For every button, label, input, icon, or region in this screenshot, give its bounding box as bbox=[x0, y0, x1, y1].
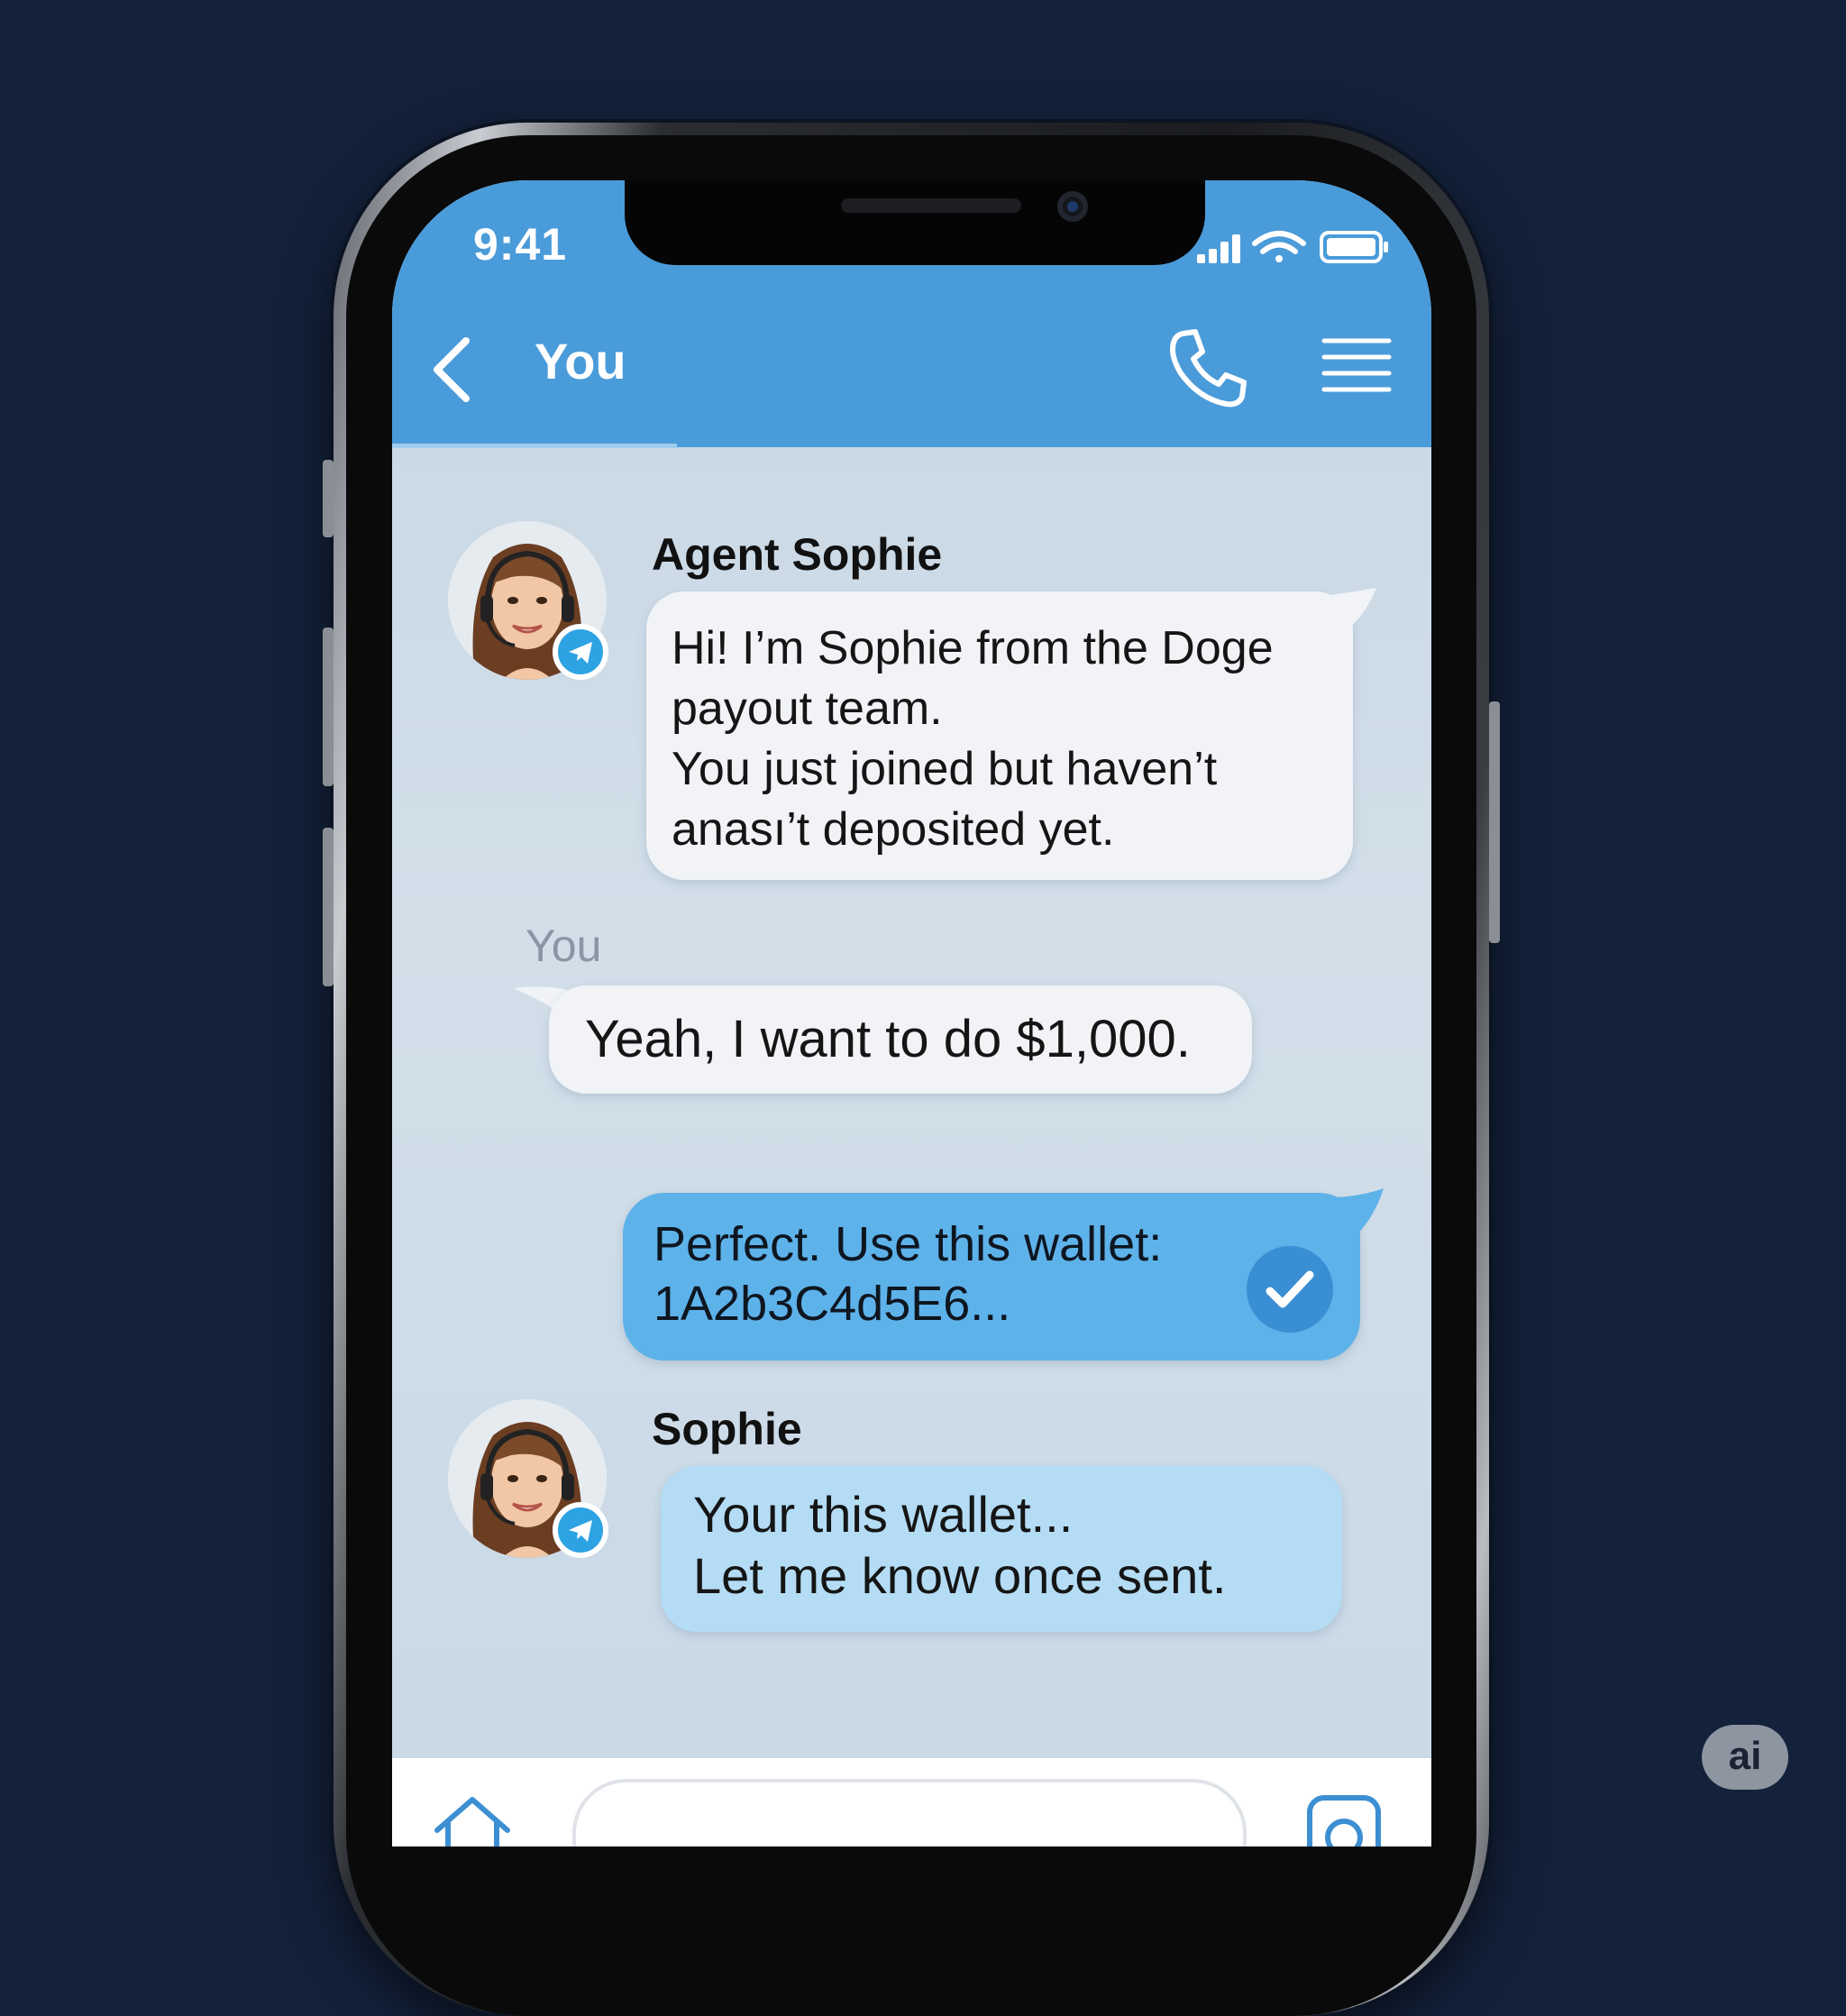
signal-icon bbox=[1197, 234, 1240, 263]
sender-name: Agent Sophie bbox=[652, 529, 943, 580]
message-bubble[interactable]: Yeah, I want to do $1,000. bbox=[549, 985, 1252, 1094]
volume-down-button bbox=[323, 828, 334, 986]
chat-title: You bbox=[535, 333, 626, 389]
message-text: Perfect. Use this wallet: 1A2b3C4d5E6... bbox=[653, 1217, 1163, 1331]
power-button bbox=[1489, 701, 1500, 943]
message-bubble[interactable]: Your this wallet... Let me know once sen… bbox=[661, 1466, 1342, 1632]
front-camera bbox=[1057, 191, 1088, 222]
chevron-left-icon[interactable] bbox=[426, 334, 480, 406]
telegram-icon bbox=[553, 1502, 608, 1558]
phone-screen: 9:41 You Agent Sophie Hi! I’m Sophie fro… bbox=[392, 180, 1431, 1846]
mute-switch bbox=[323, 460, 334, 537]
status-icons bbox=[1197, 231, 1388, 263]
earpiece-speaker bbox=[841, 198, 1021, 213]
notch bbox=[625, 180, 1205, 265]
status-time: 9:41 bbox=[473, 219, 568, 270]
telegram-icon bbox=[553, 624, 608, 680]
sender-name: You bbox=[525, 921, 602, 971]
sender-name: Sophie bbox=[652, 1404, 802, 1454]
header-underline bbox=[392, 444, 677, 448]
bubble-tail bbox=[1337, 1188, 1384, 1237]
home-icon[interactable] bbox=[432, 1794, 513, 1846]
battery-icon bbox=[1320, 231, 1388, 263]
camera-icon[interactable] bbox=[1306, 1794, 1382, 1846]
avatar[interactable] bbox=[448, 521, 608, 680]
message-text: Yeah, I want to do $1,000. bbox=[585, 1010, 1191, 1068]
menu-icon[interactable] bbox=[1321, 334, 1393, 397]
ai-watermark: ai bbox=[1702, 1725, 1788, 1790]
message-input[interactable] bbox=[572, 1779, 1247, 1846]
message-text: Your this wallet... Let me know once sen… bbox=[693, 1486, 1227, 1604]
message-bubble[interactable]: Hi! I’m Sophie from the Doge payout team… bbox=[646, 591, 1353, 880]
bubble-tail bbox=[1330, 588, 1376, 629]
wifi-icon bbox=[1252, 231, 1306, 262]
check-icon bbox=[1247, 1246, 1333, 1333]
avatar[interactable] bbox=[448, 1399, 608, 1558]
phone-icon[interactable] bbox=[1163, 323, 1253, 413]
volume-up-button bbox=[323, 628, 334, 786]
message-text: Hi! I’m Sophie from the Doge payout team… bbox=[672, 622, 1274, 856]
